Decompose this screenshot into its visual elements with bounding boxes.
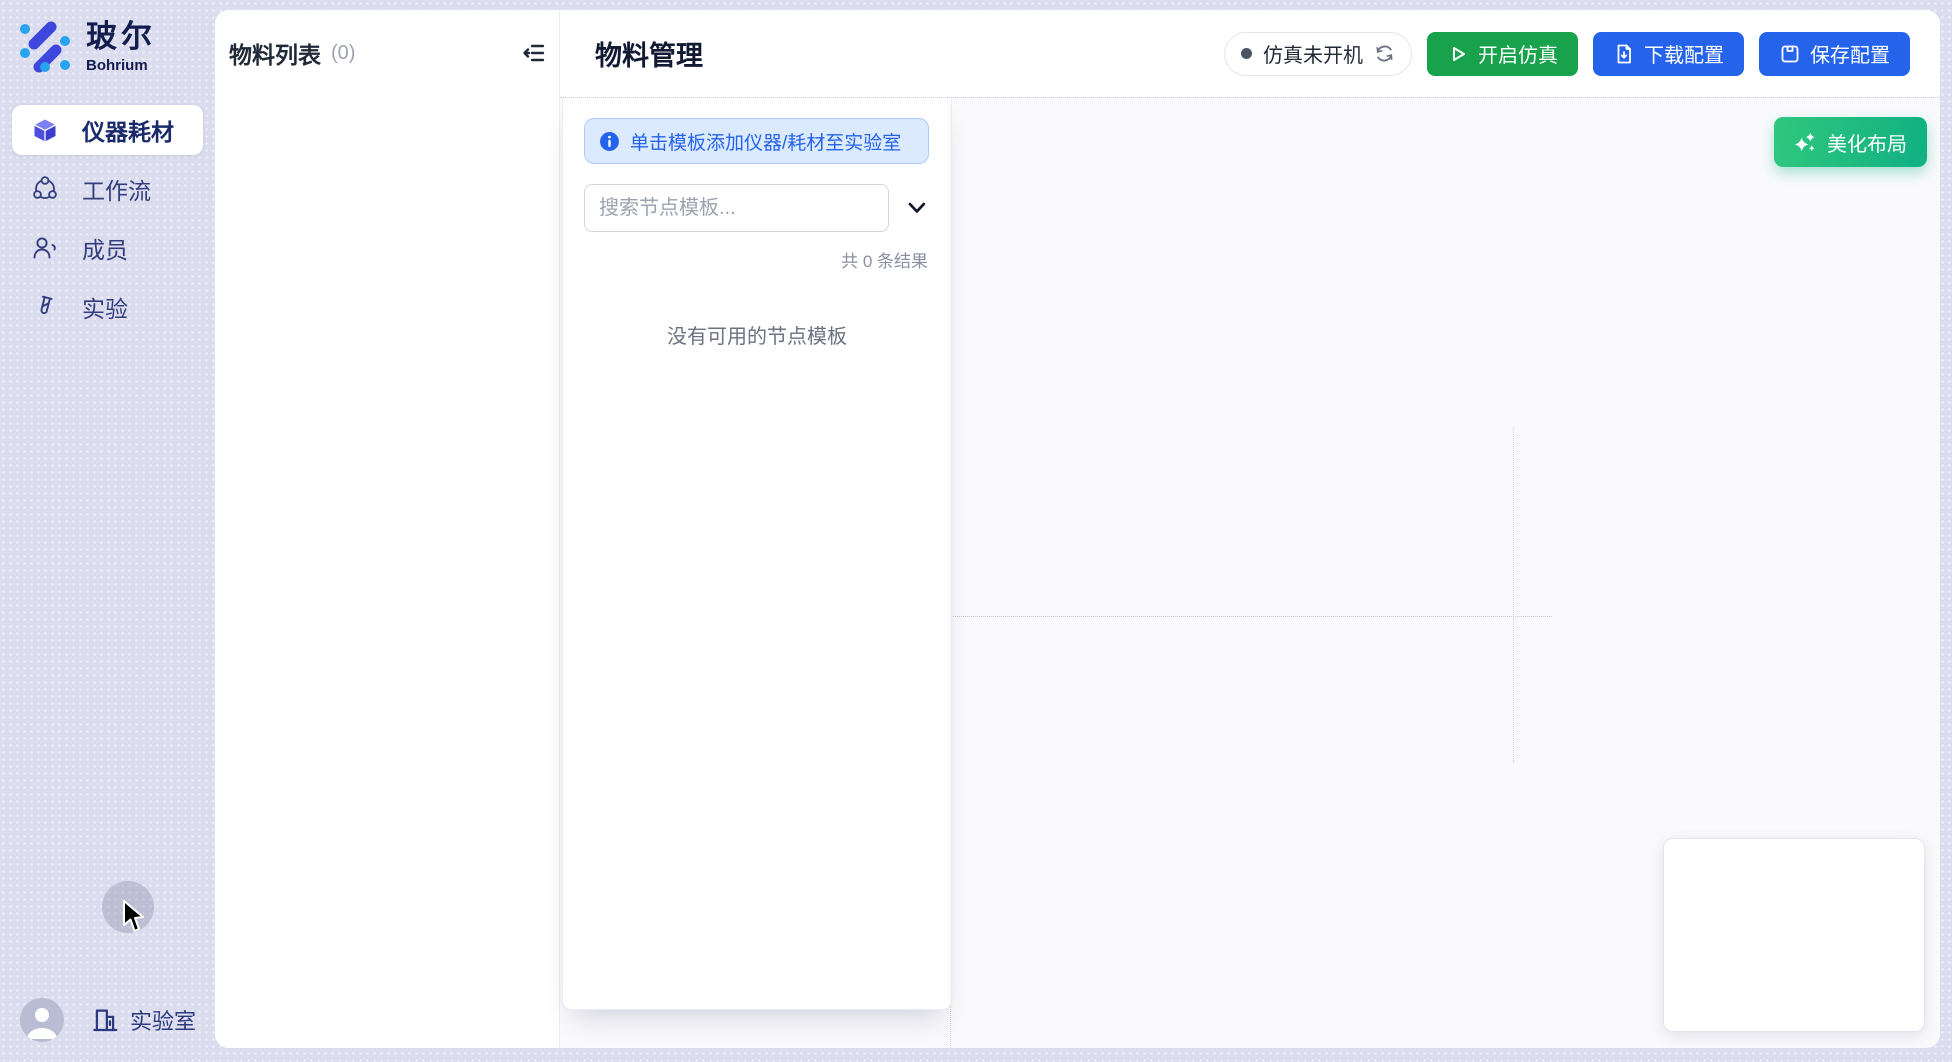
empty-templates-text: 没有可用的节点模板 <box>563 320 951 349</box>
beautify-layout-button[interactable]: 美化布局 <box>1774 117 1927 167</box>
sidebar-item-experiments[interactable]: 实验 <box>12 282 203 332</box>
canvas-guide-vertical-2 <box>1513 428 1514 763</box>
collapse-panel-icon[interactable] <box>521 40 547 66</box>
status-label: 仿真未开机 <box>1263 39 1363 68</box>
info-icon <box>599 131 620 152</box>
sidebar-item-label: 实验 <box>82 290 128 324</box>
lab-entry[interactable]: 实验室 <box>90 1004 196 1036</box>
beautify-layout-label: 美化布局 <box>1827 128 1907 157</box>
search-result-count: 共 0 条结果 <box>586 247 928 272</box>
sidebar-item-members[interactable]: 成员 <box>12 223 203 273</box>
save-icon <box>1779 43 1801 65</box>
hint-banner: 单击模板添加仪器/耗材至实验室 <box>584 118 929 164</box>
file-download-icon <box>1613 43 1635 65</box>
header-actions: 仿真未开机 开启仿真 <box>1224 32 1910 76</box>
materials-list-header: 物料列表 (0) <box>215 10 559 70</box>
template-search-input[interactable] <box>584 184 889 232</box>
download-config-label: 下载配置 <box>1644 39 1724 68</box>
save-config-label: 保存配置 <box>1810 39 1890 68</box>
page-title: 物料管理 <box>595 34 703 73</box>
cube-icon <box>32 117 58 143</box>
materials-list-panel: 物料列表 (0) <box>215 10 560 1048</box>
sidebar-item-label: 仪器耗材 <box>82 113 174 147</box>
sidebar-item-label: 工作流 <box>82 172 151 206</box>
template-drawer: 单击模板添加仪器/耗材至实验室 共 0 条结果 没有可用的节点模板 <box>562 98 952 1010</box>
building-icon <box>90 1005 120 1035</box>
avatar-person-icon <box>20 998 64 1042</box>
brand-name-en: Bohrium <box>86 57 156 74</box>
sparkles-icon <box>1794 131 1817 154</box>
chevron-down-icon[interactable] <box>904 195 930 221</box>
status-dot <box>1241 48 1252 59</box>
play-icon <box>1447 43 1469 65</box>
save-config-button[interactable]: 保存配置 <box>1759 32 1910 76</box>
canvas-guide-horizontal <box>950 616 1552 617</box>
user-avatar[interactable] <box>20 998 64 1042</box>
sidebar: 玻尔 Bohrium 仪器耗材 工作流 <box>0 0 215 1062</box>
workflow-icon <box>32 176 58 202</box>
start-simulation-label: 开启仿真 <box>1478 39 1558 68</box>
refresh-icon[interactable] <box>1374 43 1395 64</box>
mouse-cursor <box>122 900 148 934</box>
lab-label: 实验室 <box>130 1004 196 1036</box>
sidebar-footer: 实验室 <box>20 998 196 1042</box>
minimap[interactable] <box>1663 838 1925 1032</box>
materials-list-title: 物料列表 <box>229 36 321 70</box>
main-header: 物料管理 仿真未开机 开启仿真 <box>560 10 1940 98</box>
sidebar-nav: 仪器耗材 工作流 成员 <box>12 105 203 332</box>
download-config-button[interactable]: 下载配置 <box>1593 32 1744 76</box>
workspace: 物料列表 (0) 物料管理 仿真未开机 <box>215 10 1940 1048</box>
simulation-status-pill: 仿真未开机 <box>1224 32 1412 76</box>
sidebar-item-workflow[interactable]: 工作流 <box>12 164 203 214</box>
sidebar-item-label: 成员 <box>82 231 128 265</box>
members-icon <box>32 235 58 261</box>
bohrium-logo-icon <box>18 20 72 74</box>
graph-canvas[interactable]: 单击模板添加仪器/耗材至实验室 共 0 条结果 没有可用的节点模板 美化布局 <box>560 98 1940 1048</box>
brand-logo[interactable]: 玻尔 Bohrium <box>18 20 156 74</box>
materials-list-count: (0) <box>331 42 521 65</box>
template-search-row <box>584 184 930 232</box>
sidebar-item-instruments[interactable]: 仪器耗材 <box>12 105 203 155</box>
brand-name-zh: 玻尔 <box>86 20 156 54</box>
experiment-icon <box>32 294 58 320</box>
hint-banner-text: 单击模板添加仪器/耗材至实验室 <box>630 128 901 155</box>
start-simulation-button[interactable]: 开启仿真 <box>1427 32 1578 76</box>
